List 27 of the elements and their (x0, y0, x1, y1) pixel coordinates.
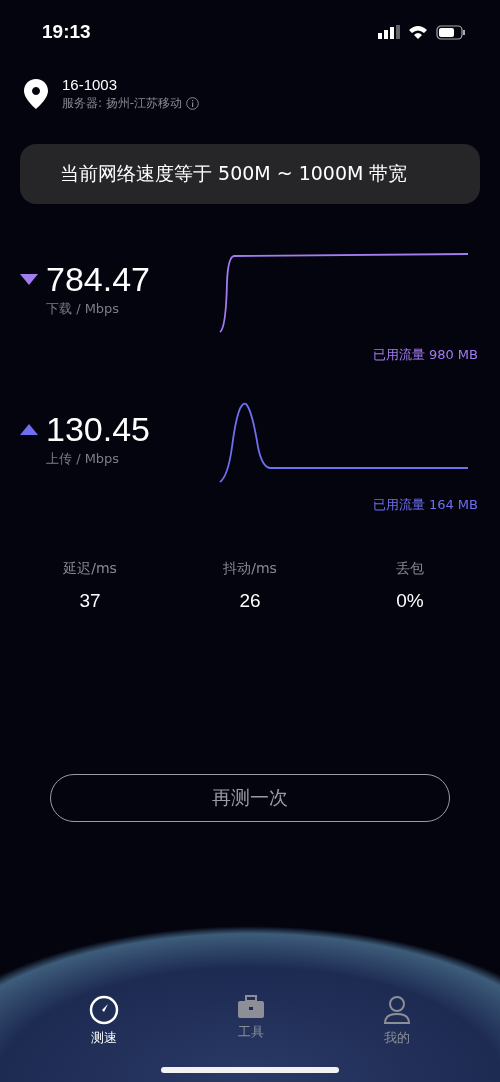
tab-bar-item[interactable]: 工具 (237, 995, 265, 1047)
location-name: 16-1003 (62, 76, 119, 93)
info-icon[interactable] (186, 97, 200, 110)
speed-value: 130.45 (46, 412, 150, 446)
stat-value: 37 (79, 590, 101, 612)
stat-value: 0% (396, 590, 424, 612)
battery-icon (436, 24, 466, 40)
server-label: 服务器: 扬州-江苏移动 (62, 95, 183, 112)
stat-label: 抖动/ms (223, 560, 277, 578)
tab-bar-item[interactable]: 我的 (383, 995, 411, 1047)
speed-unit: 下载 / Mbps (46, 300, 121, 318)
briefcase-icon (237, 995, 265, 1019)
wifi-icon (408, 24, 428, 40)
signal-icon (378, 25, 400, 39)
status-time: 19:13 (42, 21, 91, 43)
stat-value: 26 (239, 590, 261, 612)
tab-bar-item[interactable]: 测速 (89, 995, 119, 1047)
stat-label: 丢包 (396, 560, 424, 578)
traffic-used: 已用流量 164 MB (372, 496, 478, 514)
speed-value: 784.47 (46, 262, 150, 296)
location-pin-icon (24, 79, 48, 109)
speed-banner: 当前网络速度等于 500M ~ 1000M 带宽 (20, 144, 480, 204)
gauge-icon (89, 995, 119, 1025)
person-icon (383, 995, 411, 1025)
traffic-used: 已用流量 980 MB (372, 346, 478, 364)
stat-label: 延迟/ms (63, 560, 117, 578)
speed-unit: 上传 / Mbps (46, 450, 121, 468)
